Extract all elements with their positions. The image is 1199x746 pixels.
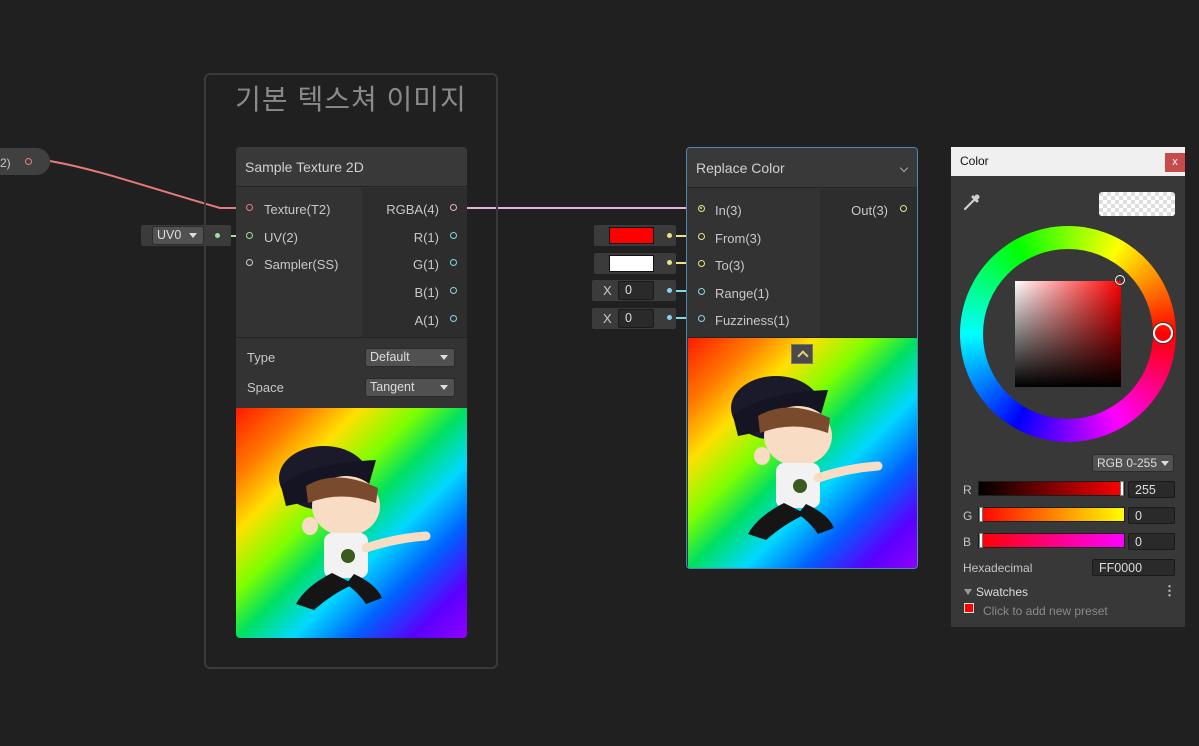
fuzziness-input-port[interactable] <box>698 315 705 322</box>
to-input-label: To(3) <box>715 258 745 273</box>
range-axis-label: X <box>603 283 612 298</box>
g-slider[interactable] <box>978 507 1125 522</box>
from-input-port[interactable] <box>698 233 705 240</box>
swatches-menu-icon[interactable]: ⋮ <box>1163 583 1176 599</box>
texture-input-port[interactable] <box>246 204 253 211</box>
chevron-down-icon <box>189 233 197 238</box>
chevron-down-icon <box>1161 461 1169 466</box>
type-dropdown[interactable]: Default <box>365 348 455 367</box>
replace-color-preview <box>688 338 917 568</box>
swatch-preset[interactable] <box>964 603 974 613</box>
replace-color-node[interactable]: Replace Color In(3) From(3) To(3) Range(… <box>686 147 918 569</box>
out-output-port[interactable] <box>900 205 907 212</box>
uv-input-label: UV(2) <box>264 230 298 245</box>
texture-input-label: Texture(T2) <box>264 202 331 217</box>
uv-chip-dot <box>215 233 220 238</box>
g-output-port[interactable] <box>450 259 457 266</box>
to-color-swatch[interactable] <box>609 255 654 272</box>
swatches-hint: Click to add new preset <box>983 604 1108 618</box>
r-slider[interactable] <box>978 481 1125 496</box>
from-chip-dot <box>667 233 672 238</box>
a-output-label: A(1) <box>414 313 439 328</box>
g-output-label: G(1) <box>413 257 439 272</box>
uv-dropdown[interactable]: UV0 <box>152 226 204 245</box>
sample-texture-title[interactable]: Sample Texture 2D <box>236 147 467 187</box>
to-input-port[interactable] <box>698 260 705 267</box>
property-chip-port[interactable] <box>25 158 32 165</box>
to-chip-dot <box>667 260 672 265</box>
texture-preview <box>236 408 467 638</box>
g-slider-handle[interactable] <box>979 507 983 522</box>
sv-handle[interactable] <box>1115 275 1125 285</box>
hexadecimal-field[interactable]: FF0000 <box>1092 559 1175 576</box>
swatches-label[interactable]: Swatches <box>976 585 1028 599</box>
hue-handle[interactable] <box>1153 323 1173 343</box>
type-label: Type <box>247 350 276 365</box>
rgba-output-port[interactable] <box>450 204 457 211</box>
r-label: R <box>963 483 972 497</box>
r-output-port[interactable] <box>450 232 457 239</box>
r-output-label: R(1) <box>413 230 439 245</box>
chevron-down-icon <box>440 385 448 390</box>
chevron-up-icon <box>797 350 809 362</box>
eyedropper-icon[interactable] <box>962 192 982 212</box>
sampler-input-port[interactable] <box>246 259 253 266</box>
space-dropdown-value: Tangent <box>370 380 415 394</box>
range-input-label: Range(1) <box>715 286 770 301</box>
rgba-output-label: RGBA(4) <box>386 202 439 217</box>
property-chip-label: 2) <box>0 156 11 170</box>
out-output-label: Out(3) <box>851 203 888 218</box>
swatches-foldout-icon[interactable] <box>964 589 972 595</box>
b-label: B <box>963 535 972 549</box>
g-value-field[interactable]: 0 <box>1128 507 1175 524</box>
b-output-port[interactable] <box>450 287 457 294</box>
r-slider-handle[interactable] <box>1120 481 1124 496</box>
from-color-swatch[interactable] <box>609 227 654 244</box>
group-title[interactable]: 기본 텍스쳐 이미지 <box>204 78 498 118</box>
fuzziness-chip-dot <box>667 315 672 320</box>
uv-input-port[interactable] <box>246 232 253 239</box>
color-mode-value: RGB 0-255 <box>1097 456 1158 470</box>
from-input-label: From(3) <box>715 231 762 246</box>
collapse-preview-button[interactable] <box>791 344 813 364</box>
uv-dropdown-value: UV0 <box>157 228 182 242</box>
color-mode-dropdown[interactable]: RGB 0-255 <box>1092 454 1174 472</box>
b-slider-handle[interactable] <box>979 533 983 548</box>
fuzziness-input-label: Fuzziness(1) <box>715 313 790 328</box>
character-illustration <box>279 446 431 610</box>
range-field[interactable]: 0 <box>618 281 654 300</box>
replace-color-title[interactable]: Replace Color <box>687 148 917 188</box>
character-illustration <box>731 376 883 540</box>
fuzziness-axis-label: X <box>603 311 612 326</box>
space-dropdown[interactable]: Tangent <box>365 378 455 397</box>
sampler-input-label: Sampler(SS) <box>264 257 339 272</box>
b-output-label: B(1) <box>414 285 439 300</box>
divider <box>236 337 467 338</box>
current-color-preview <box>1099 192 1175 216</box>
b-slider[interactable] <box>978 533 1125 548</box>
sample-texture-node[interactable]: Sample Texture 2D Texture(T2) UV(2) Samp… <box>236 147 467 638</box>
range-input-port[interactable] <box>698 288 705 295</box>
chevron-down-icon <box>440 355 448 360</box>
space-label: Space <box>247 380 284 395</box>
b-value-field[interactable]: 0 <box>1128 533 1175 550</box>
in-input-port[interactable] <box>698 205 705 212</box>
in-input-label: In(3) <box>715 203 742 218</box>
a-output-port[interactable] <box>450 315 457 322</box>
range-chip-dot <box>667 288 672 293</box>
g-label: G <box>963 509 973 523</box>
close-button[interactable]: x <box>1165 153 1185 172</box>
type-dropdown-value: Default <box>370 350 410 364</box>
fuzziness-field[interactable]: 0 <box>618 309 654 328</box>
color-window-title: Color <box>960 154 989 168</box>
saturation-value-square[interactable] <box>1015 281 1121 387</box>
hexadecimal-label: Hexadecimal <box>963 561 1033 575</box>
r-value-field[interactable]: 255 <box>1128 481 1175 498</box>
